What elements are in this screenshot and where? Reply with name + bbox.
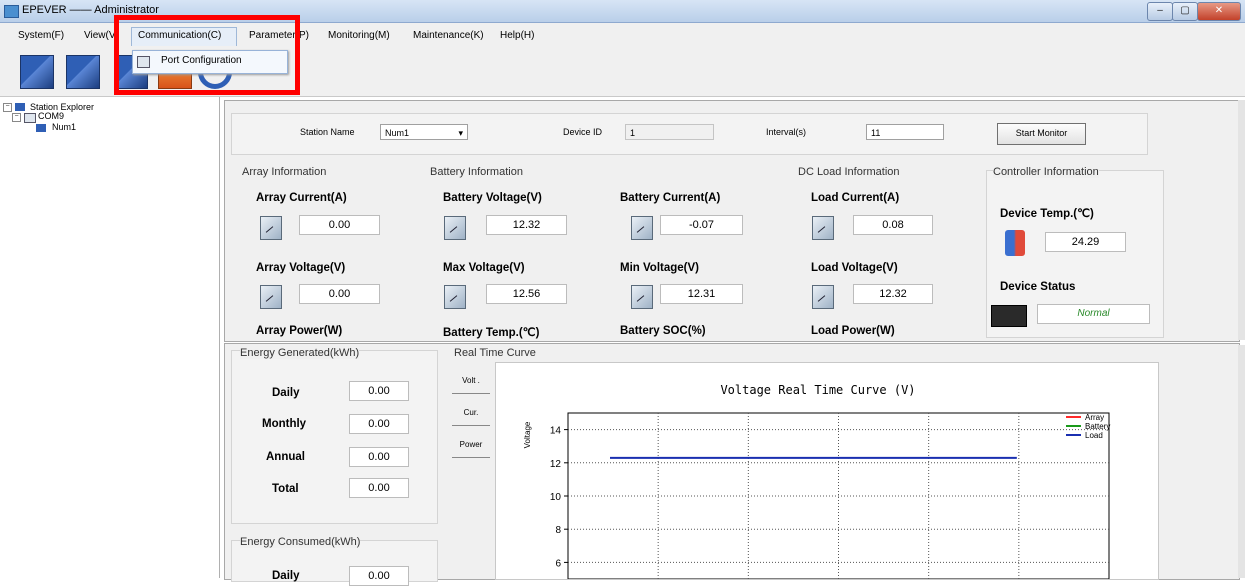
device-id-label: Device ID (563, 127, 603, 137)
energy-generated-title: Energy Generated(kWh) (240, 347, 360, 359)
ammeter-icon (812, 216, 834, 240)
array-power-label: Array Power(W) (256, 325, 343, 337)
array-current-value: 0.00 (299, 215, 380, 235)
load-info-title: DC Load Information (798, 166, 900, 178)
menu-maintenance[interactable]: Maintenance(K) (413, 30, 484, 41)
highlight-box (114, 15, 300, 95)
array-current-label: Array Current(A) (256, 192, 347, 204)
energy-annual-label: Annual (266, 451, 305, 463)
legend-label-array: Array (1085, 413, 1104, 422)
station-name-value: Num1 (385, 128, 410, 138)
battery-current-value: -0.07 (660, 215, 743, 235)
y-axis-label: Voltage (523, 421, 532, 448)
power-tab[interactable]: Power (452, 435, 490, 458)
add-station-icon[interactable] (20, 55, 54, 89)
max-voltage-value: 12.56 (486, 284, 567, 304)
tree-port-label[interactable]: COM9 (38, 111, 64, 121)
upper-scrollbar[interactable] (1238, 100, 1245, 340)
device-id-field: 1 (625, 124, 714, 140)
station-icon (15, 103, 25, 111)
station-explorer-panel: − Station Explorer − COM9 Num1 (0, 97, 220, 578)
energy-monthly-label: Monthly (262, 418, 307, 430)
close-button[interactable]: ✕ (1197, 2, 1241, 21)
battery-temp-label: Battery Temp.(℃) (443, 327, 540, 339)
device-icon (36, 124, 46, 132)
controller-info-title: Controller Information (993, 166, 1099, 178)
volt-tab[interactable]: Volt . (452, 371, 490, 394)
port-icon (24, 113, 36, 123)
energy-total-label: Total (272, 483, 299, 495)
interval-field[interactable]: 11 (866, 124, 944, 140)
tree-collapse-port[interactable]: − (12, 113, 21, 122)
chevron-down-icon: ▾ (458, 128, 463, 138)
energy-total-value: 0.00 (349, 478, 409, 498)
load-voltage-value: 12.32 (853, 284, 933, 304)
voltage-chart: Voltage Real Time Curve (V) Voltage 6 8 10… (495, 362, 1159, 580)
real-time-curve-title: Real Time Curve (454, 347, 536, 359)
device-temp-value: 24.29 (1045, 232, 1126, 252)
menu-help[interactable]: Help(H) (500, 30, 534, 41)
thermometer-icon (1005, 230, 1025, 256)
y-tick-label: 6 (555, 558, 561, 569)
energy-monthly-value: 0.00 (349, 414, 409, 434)
array-voltage-value: 0.00 (299, 284, 380, 304)
load-power-label: Load Power(W) (811, 325, 895, 337)
device-status-value: Normal (1037, 304, 1150, 324)
max-voltage-label: Max Voltage(V) (443, 262, 525, 274)
battery-info-title: Battery Information (430, 166, 523, 178)
station-settings-icon[interactable] (66, 55, 100, 89)
energy-daily-value: 0.00 (349, 381, 409, 401)
voltmeter-icon (444, 285, 466, 309)
energy-daily-label: Daily (272, 387, 300, 399)
y-tick-label: 8 (555, 525, 561, 536)
energy-consumed-title: Energy Consumed(kWh) (240, 536, 361, 548)
station-name-select[interactable]: Num1 ▾ (380, 124, 468, 140)
battery-soc-label: Battery SOC(%) (620, 325, 706, 337)
consumed-daily-value: 0.00 (349, 566, 409, 586)
maximize-button[interactable]: ▢ (1172, 2, 1198, 21)
start-monitor-button[interactable]: Start Monitor (997, 123, 1086, 145)
y-tick-label: 10 (550, 492, 562, 503)
app-icon (4, 5, 19, 18)
load-current-label: Load Current(A) (811, 192, 900, 204)
cur-tab[interactable]: Cur. (452, 403, 490, 426)
device-status-label: Device Status (1000, 281, 1076, 293)
voltmeter-icon (260, 285, 282, 309)
ammeter-icon (260, 216, 282, 240)
minimize-button[interactable]: – (1147, 2, 1173, 21)
min-voltage-value: 12.31 (660, 284, 743, 304)
y-tick-label: 12 (550, 459, 562, 470)
array-voltage-label: Array Voltage(V) (256, 262, 346, 274)
battery-current-label: Battery Current(A) (620, 192, 721, 204)
tree-device-label[interactable]: Num1 (52, 122, 76, 132)
voltmeter-icon (812, 285, 834, 309)
controller-device-icon (991, 305, 1027, 327)
lower-scrollbar[interactable] (1238, 345, 1245, 578)
battery-voltage-value: 12.32 (486, 215, 567, 235)
load-current-value: 0.08 (853, 215, 933, 235)
ammeter-icon (631, 216, 653, 240)
array-info-title: Array Information (242, 166, 327, 178)
menu-system[interactable]: System(F) (18, 30, 64, 41)
battery-voltage-label: Battery Voltage(V) (443, 192, 542, 204)
energy-annual-value: 0.00 (349, 447, 409, 467)
tree-collapse-root[interactable]: − (3, 103, 12, 112)
menu-monitoring[interactable]: Monitoring(M) (328, 30, 390, 41)
chart-title: Voltage Real Time Curve (V) (720, 383, 915, 397)
legend-label-load: Load (1085, 431, 1103, 440)
chart-svg: Voltage Real Time Curve (V) Voltage 6 8 10… (523, 383, 1110, 580)
station-name-label: Station Name (300, 127, 355, 137)
interval-label: Interval(s) (766, 127, 807, 137)
voltmeter-icon (444, 216, 466, 240)
legend-label-battery: Battery (1085, 422, 1110, 431)
load-voltage-label: Load Voltage(V) (811, 262, 898, 274)
min-voltage-label: Min Voltage(V) (620, 262, 700, 274)
device-temp-label: Device Temp.(℃) (1000, 208, 1094, 220)
voltmeter-icon (631, 285, 653, 309)
y-tick-label: 14 (550, 426, 562, 437)
consumed-daily-label: Daily (272, 570, 300, 582)
